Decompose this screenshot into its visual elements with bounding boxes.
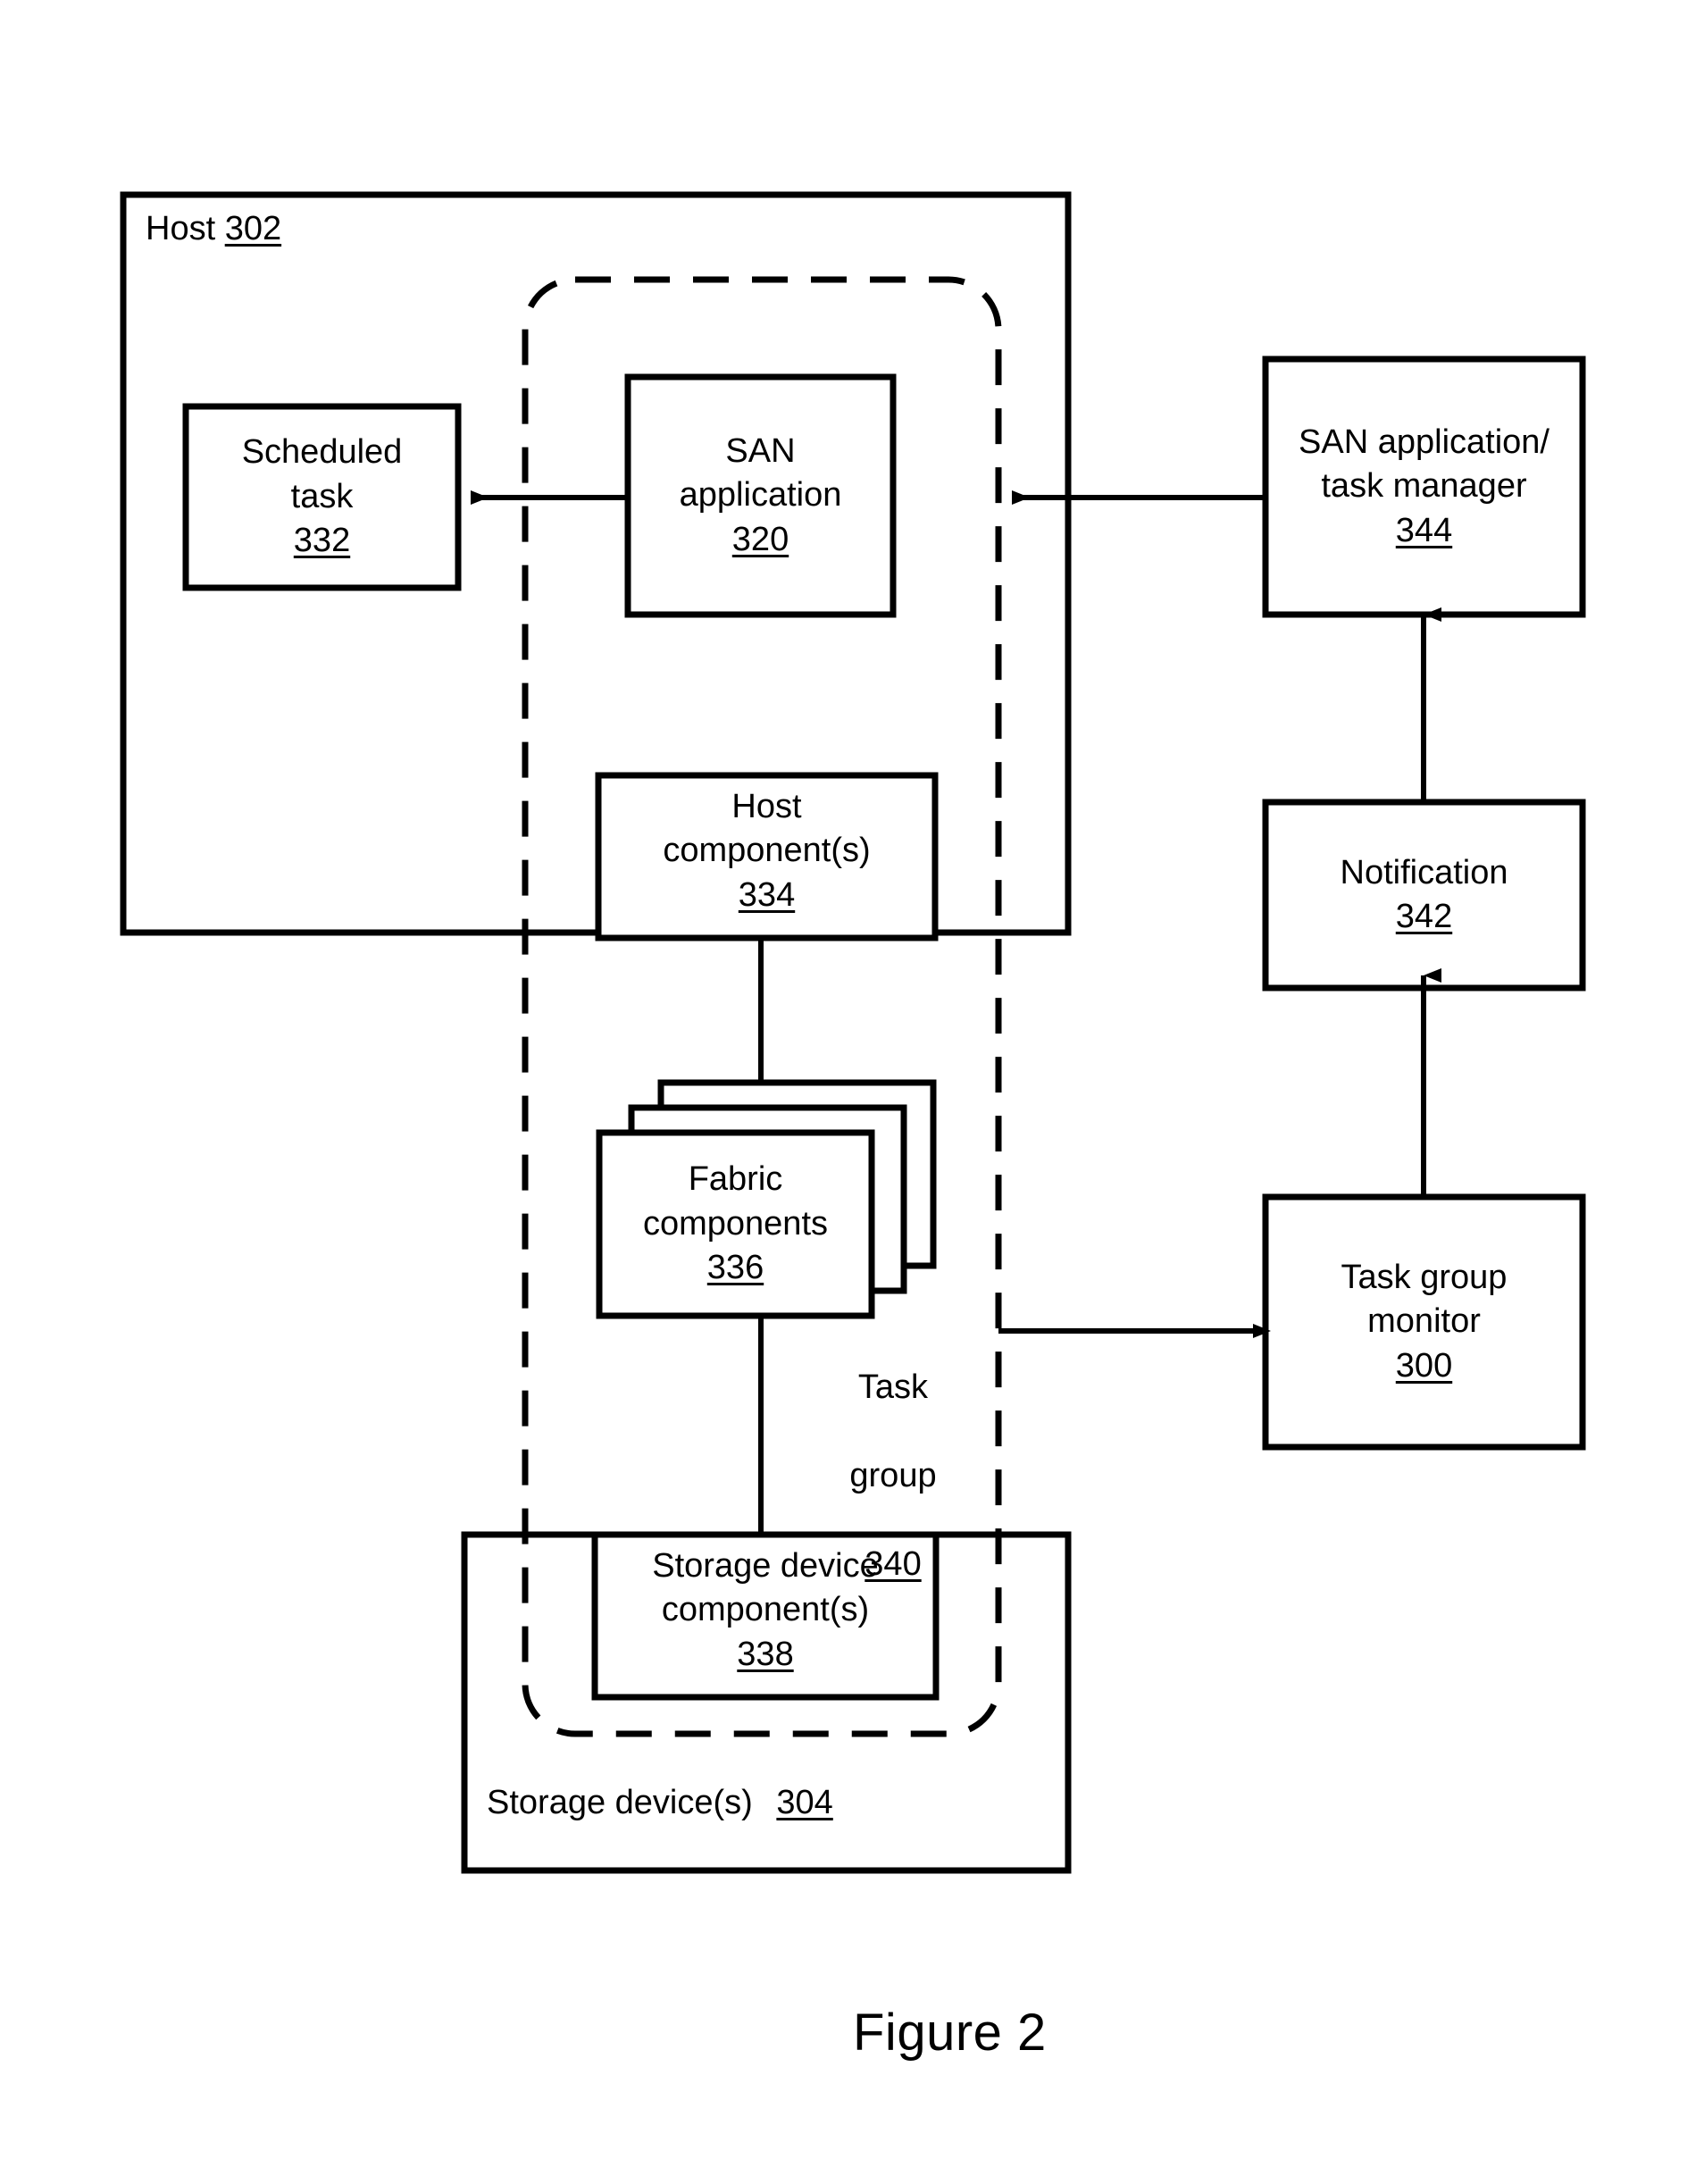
san-application-task-manager-box bbox=[1262, 356, 1586, 618]
host-components-box bbox=[595, 772, 939, 941]
host-ref-number: 302 bbox=[224, 210, 282, 247]
host-container-label: Host 302 bbox=[146, 207, 281, 251]
patent-figure: Host 302 Storage device(s) 304 Scheduled… bbox=[0, 0, 1704, 2184]
storage-device-components-box bbox=[591, 1531, 940, 1701]
figure-caption: Figure 2 bbox=[853, 2004, 1047, 2062]
task-group-monitor-box bbox=[1262, 1193, 1586, 1451]
diagram-canvas bbox=[120, 191, 1586, 1874]
storage-devices-container-label: Storage device(s) 304 bbox=[487, 1781, 833, 1825]
notification-box bbox=[1262, 799, 1586, 992]
fabric-components-box-front bbox=[596, 1129, 875, 1319]
storage-devices-label-text: Storage device(s) bbox=[487, 1784, 753, 1821]
san-application-box bbox=[624, 373, 897, 618]
host-label-text: Host bbox=[146, 210, 216, 247]
scheduled-task-box bbox=[182, 403, 462, 591]
storage-devices-ref-number: 304 bbox=[776, 1784, 833, 1821]
